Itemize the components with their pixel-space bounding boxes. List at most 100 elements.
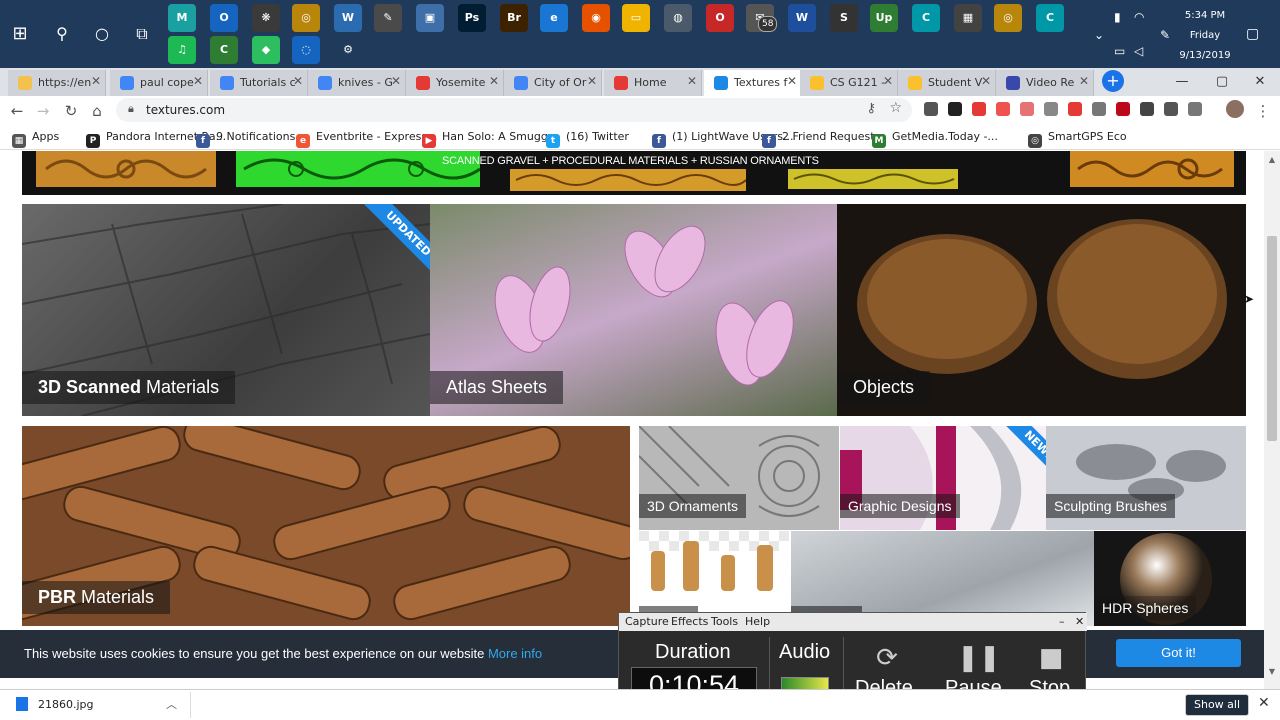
menu-tools[interactable]: Tools: [711, 615, 738, 628]
download-item[interactable]: 21860.jpg: [16, 697, 94, 711]
ext-evernote-icon[interactable]: [948, 102, 962, 116]
bookmark-10[interactable]: ◎ SmartGPS Eco: [1028, 130, 1127, 148]
tab-close-icon[interactable]: ✕: [489, 74, 499, 88]
key-icon[interactable]: ⚷: [866, 101, 876, 116]
tile-graphic-designs[interactable]: NEW! Graphic Designs: [840, 426, 1046, 530]
chrome-icon[interactable]: ◍: [664, 4, 692, 32]
bookmark-9[interactable]: M GetMedia.Today -...: [872, 130, 998, 148]
ext-pocket-icon[interactable]: [996, 102, 1010, 116]
scrivener-icon[interactable]: S: [830, 4, 858, 32]
tab-close-icon[interactable]: ✕: [883, 74, 893, 88]
wifi-icon[interactable]: ◠: [1134, 10, 1144, 24]
close-icon[interactable]: ✕: [1258, 695, 1270, 711]
volume-icon[interactable]: ◁: [1134, 44, 1143, 58]
menu-effects[interactable]: Effects: [671, 615, 708, 628]
new-tab-button[interactable]: +: [1102, 70, 1124, 92]
minimize-button[interactable]: —: [1162, 70, 1202, 94]
tile-3d-scanned-materials[interactable]: UPDATED 3D Scanned Materials: [22, 204, 430, 416]
scroll-down-icon[interactable]: ▼: [1264, 665, 1280, 679]
ext-pinterest-icon[interactable]: [1116, 102, 1130, 116]
app-tray-icon[interactable]: ▭: [1114, 44, 1125, 58]
pen-tray-icon[interactable]: ✎: [1160, 28, 1170, 42]
ext-user-icon[interactable]: [1188, 102, 1202, 116]
maximize-button[interactable]: ▢: [1202, 70, 1242, 94]
tab-5[interactable]: Yosemite ✕: [406, 70, 504, 96]
bookmark-8[interactable]: f 2 Friend Requests: [762, 130, 880, 148]
tab-close-icon[interactable]: ✕: [391, 74, 401, 88]
home-button[interactable]: ⌂: [86, 100, 108, 122]
notifications-icon[interactable]: ▢: [1246, 26, 1259, 42]
calendar-icon[interactable]: ▦: [954, 4, 982, 32]
clock[interactable]: 5:34 PM Friday 9/13/2019: [1172, 6, 1238, 66]
tile-objects[interactable]: Objects: [837, 204, 1246, 416]
ext-grammarly-icon[interactable]: [1140, 102, 1154, 116]
tab-6[interactable]: City of Or ✕: [504, 70, 602, 96]
pause-icon[interactable]: ❚❚: [957, 643, 1001, 673]
tab-close-icon[interactable]: ✕: [787, 74, 797, 88]
outlook-icon[interactable]: O: [210, 4, 238, 32]
evernote-icon[interactable]: ◆: [252, 36, 280, 64]
pen-icon[interactable]: ✎: [374, 4, 402, 32]
tile-3d-ornaments[interactable]: 3D Ornaments: [639, 426, 839, 530]
tab-10[interactable]: Student V ✕: [898, 70, 996, 96]
tile-atlas-sheets[interactable]: Atlas Sheets: [430, 204, 837, 416]
reload-button[interactable]: ↻: [60, 100, 82, 122]
ccleaner-icon[interactable]: C: [912, 4, 940, 32]
promo-banner[interactable]: SCANNED GRAVEL + PROCEDURAL MATERIALS + …: [22, 151, 1246, 195]
close-icon[interactable]: ✕: [1075, 615, 1084, 628]
tab-close-icon[interactable]: ✕: [687, 74, 697, 88]
menu-help[interactable]: Help: [745, 615, 770, 628]
tab-1[interactable]: https://en ✕: [8, 70, 106, 96]
page-scrollbar[interactable]: ▲ ▼: [1264, 151, 1280, 689]
tab-2[interactable]: paul cope ✕: [110, 70, 208, 96]
lock-icon[interactable]: 🔒︎: [128, 102, 134, 116]
microphone-icon[interactable]: ▮: [1114, 10, 1121, 24]
ext-star-icon[interactable]: [972, 102, 986, 116]
malwarebytes-icon[interactable]: M: [168, 4, 196, 32]
opera-icon[interactable]: O: [706, 4, 734, 32]
scroll-up-icon[interactable]: ▲: [1264, 153, 1280, 167]
chevron-up-icon[interactable]: ⌄: [1094, 28, 1104, 42]
ext-circle-icon[interactable]: [1092, 102, 1106, 116]
forward-button[interactable]: →: [32, 100, 54, 122]
camtasia-icon[interactable]: C: [210, 36, 238, 64]
ext-news-icon[interactable]: [1044, 102, 1058, 116]
ext-gear-icon[interactable]: [924, 102, 938, 116]
tab-close-icon[interactable]: ✕: [587, 74, 597, 88]
chrome-menu-icon[interactable]: ⋮: [1252, 100, 1274, 122]
got-it-button[interactable]: Got it!: [1116, 639, 1241, 667]
bookmark-1[interactable]: ▦ Apps: [12, 130, 59, 148]
close-window-button[interactable]: ✕: [1240, 70, 1280, 94]
bridge-icon[interactable]: Br: [500, 4, 528, 32]
ext-red-icon[interactable]: [1068, 102, 1082, 116]
tab-8[interactable]: Textures f ✕: [704, 70, 802, 96]
lightwave-icon[interactable]: ◎: [292, 4, 320, 32]
tile-hdr-spheres[interactable]: HDR Spheres: [1094, 531, 1246, 626]
delete-icon[interactable]: ⟳: [873, 643, 901, 673]
profile-avatar[interactable]: [1226, 100, 1244, 118]
ext-download-icon[interactable]: [1020, 102, 1034, 116]
file-explorer-icon[interactable]: ▭: [622, 4, 650, 32]
tab-close-icon[interactable]: ✕: [91, 74, 101, 88]
gear-icon[interactable]: ⚙: [334, 36, 362, 64]
tab-11[interactable]: Video Re ✕: [996, 70, 1094, 96]
show-all-button[interactable]: Show all: [1185, 694, 1249, 716]
tile-sculpting-brushes[interactable]: Sculpting Brushes: [1046, 426, 1246, 530]
bookmark-6[interactable]: t (16) Twitter: [546, 130, 629, 148]
cortana-icon[interactable]: ○: [88, 20, 116, 48]
spotify-icon[interactable]: ♫: [168, 36, 196, 64]
more-info-link[interactable]: More info: [488, 646, 542, 661]
ccleaner-2-icon[interactable]: C: [1036, 4, 1064, 32]
wunderlist-icon[interactable]: W: [334, 4, 362, 32]
bookmark-3[interactable]: f 9 Notifications: [196, 130, 295, 148]
tab-9[interactable]: CS G121 - ✕: [800, 70, 898, 96]
minimize-icon[interactable]: –: [1059, 615, 1065, 628]
tab-close-icon[interactable]: ✕: [1079, 74, 1089, 88]
windows-start-icon[interactable]: ⊞: [6, 20, 34, 48]
tab-4[interactable]: knives - G ✕: [308, 70, 406, 96]
lightwave-2-icon[interactable]: ◎: [994, 4, 1022, 32]
stop-icon[interactable]: ■: [1037, 643, 1065, 673]
bookmark-4[interactable]: e Eventbrite - Express...: [296, 130, 438, 148]
tab-close-icon[interactable]: ✕: [193, 74, 203, 88]
vpn-icon[interactable]: ◌: [292, 36, 320, 64]
